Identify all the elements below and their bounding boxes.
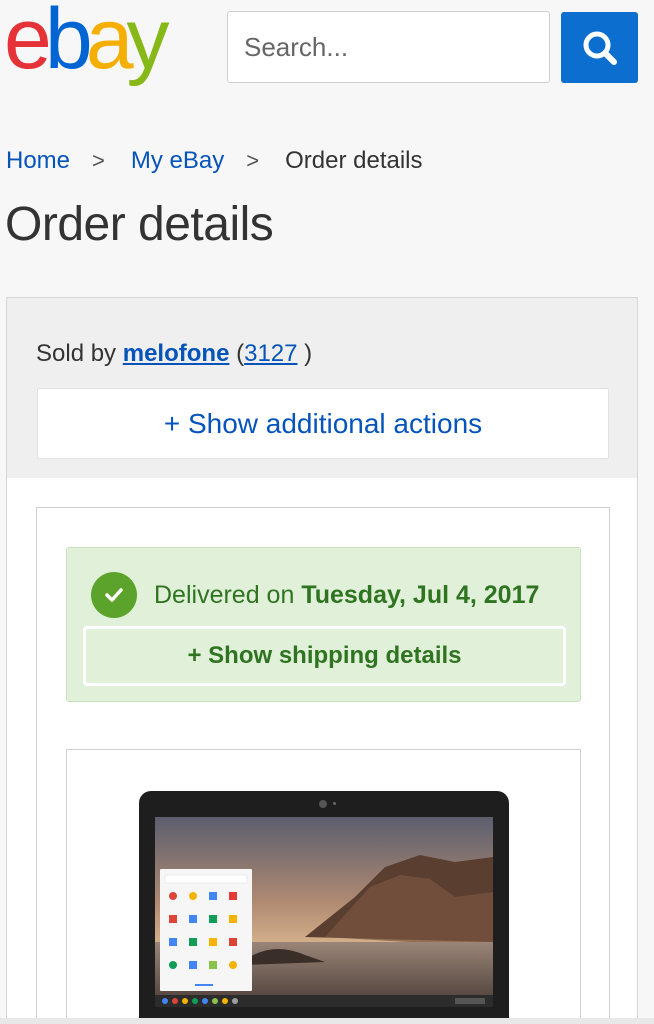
- breadcrumb-separator: >: [246, 148, 260, 173]
- header: ebay: [0, 0, 654, 100]
- delivery-prefix: Delivered on: [154, 581, 295, 609]
- logo-letter-b: b: [44, 0, 93, 87]
- delivery-status-box: Delivered on Tuesday, Jul 4, 2017 + Show…: [66, 547, 581, 702]
- chromebook-wallpaper: [155, 817, 493, 1007]
- logo-letter-y: y: [126, 0, 170, 87]
- breadcrumb-home-link[interactable]: Home: [6, 147, 70, 175]
- ebay-logo[interactable]: ebay: [4, 0, 170, 87]
- search-button[interactable]: [561, 12, 638, 83]
- laptop-screen: [155, 817, 493, 1007]
- page-title: Order details: [5, 198, 274, 251]
- breadcrumb: Home > My eBay > Order details: [6, 146, 423, 176]
- webcam-indicator: [333, 802, 336, 805]
- logo-letter-a: a: [85, 0, 134, 87]
- feedback-open-paren: (: [236, 340, 245, 367]
- feedback-close-paren: ): [304, 340, 313, 367]
- seller-link[interactable]: melofone: [123, 340, 230, 367]
- product-image-box[interactable]: hp: [66, 749, 581, 1024]
- laptop-product-image[interactable]: hp: [139, 791, 509, 1024]
- delivery-status-text: Delivered on Tuesday, Jul 4, 2017: [154, 581, 539, 610]
- show-additional-actions-button[interactable]: + Show additional actions: [37, 388, 609, 459]
- sold-by-label: Sold by: [36, 340, 117, 367]
- check-circle-icon: [91, 572, 137, 618]
- order-card: Sold by melofone (3127 ) + Show addition…: [6, 297, 638, 1024]
- breadcrumb-separator: >: [92, 148, 105, 173]
- delivery-date: Tuesday, Jul 4, 2017: [301, 581, 540, 609]
- breadcrumb-my-ebay-link[interactable]: My eBay: [131, 147, 224, 175]
- show-shipping-details-button[interactable]: + Show shipping details: [83, 626, 566, 686]
- search-input[interactable]: [227, 11, 550, 83]
- order-card-header: Sold by melofone (3127 ) + Show addition…: [7, 298, 637, 478]
- feedback-score-link[interactable]: 3127: [244, 340, 297, 367]
- webcam-icon: [319, 800, 327, 808]
- breadcrumb-current: Order details: [285, 147, 423, 174]
- sold-by-line: Sold by melofone (3127 ): [36, 340, 312, 368]
- order-item-box: Delivered on Tuesday, Jul 4, 2017 + Show…: [36, 507, 610, 1024]
- logo-letter-e: e: [4, 0, 52, 87]
- bottom-scroll-edge: [0, 1018, 654, 1024]
- search-icon: [583, 31, 617, 65]
